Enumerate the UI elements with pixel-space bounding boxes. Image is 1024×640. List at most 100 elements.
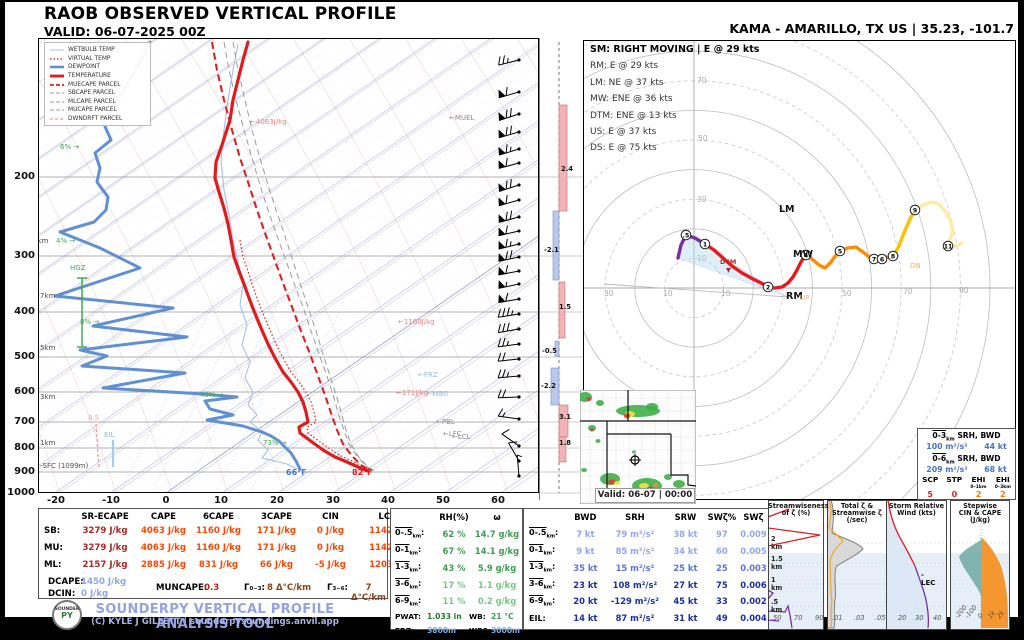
legend-item-label: DWNDRFT PARCEL (68, 116, 122, 122)
srh-param-header: STP (946, 477, 962, 490)
thermo-row: ML:2157 J/kg2885 J/kg831 J/kg66 J/kg-5 J… (39, 556, 387, 573)
temp-tick-label: 60 (483, 495, 513, 506)
skewt-annotation: ←171J/kg (396, 389, 428, 397)
footer-credit: (C) KYLE J GILLETT | sounderpysoundings.… (60, 617, 370, 627)
dcin-label: DCIN: (43, 589, 75, 599)
moist-row-label: 1-3km: (391, 562, 435, 574)
svg-text:6: 6 (880, 256, 884, 263)
svg-text:5: 5 (838, 248, 842, 255)
shear-cell: 0.005 (738, 546, 769, 556)
shear-row: 3-6km:23 kt108 m²/s²27 kt750.006 (524, 576, 769, 593)
logo-text-bottom: PY (54, 612, 80, 619)
radar-echo (596, 400, 604, 406)
omega-strip: 2.4-2.11.5-0.5-2.23.11.8 (539, 38, 583, 500)
thermo-cell: 2157 J/kg (73, 560, 137, 570)
srh-row-header: 0-6km SRH, BWD (918, 454, 1015, 465)
pressure-tick-label: 900 (7, 466, 35, 477)
panel-xtick: 70 (794, 614, 802, 622)
storm-motion-line: DS: E @ 75 kts (590, 140, 759, 156)
legend-item: MUCAPE PARCEL (49, 106, 148, 115)
shear-row-label: 6-9km: (524, 596, 566, 608)
temp-tick-label: 10 (206, 495, 236, 506)
srh-param-header: EHI0–1km (970, 477, 986, 490)
thermo-row-label: SB: (39, 526, 73, 536)
rh-value: 11 % (435, 596, 473, 606)
moisture-table: RH(%)ω0-.5km:62 %14.7 g/kg0-1km:67 %14.1… (390, 508, 523, 630)
shear-row: EIL:14 kt87 m²/s²31 kt490.004 (524, 610, 769, 627)
mini-panel-2 (886, 500, 947, 630)
skewt-annotation: 1km (40, 439, 56, 447)
rh-value: 43 % (435, 563, 473, 573)
mixing-ratio-value: 1.1 g/kg (473, 580, 521, 590)
legend-item-label: TEMPERATURE (68, 73, 111, 79)
gamma36-label: Γ₃₋₆: (322, 583, 348, 593)
srh-param-header: EHI0–3km (995, 477, 1011, 490)
hodo-label: LM (779, 204, 795, 215)
temp-tick-label: -10 (96, 495, 126, 506)
legend-line-sample (49, 81, 65, 89)
panel-title: of ζ (%) (768, 510, 824, 517)
skewt-annotation: ←FRZ (418, 371, 438, 379)
station-label: KAMA - AMARILLO, TX US | 35.23, -101.7 (729, 21, 1014, 36)
frz-row: FRZ:3800mWB0:3000m (391, 624, 522, 637)
radar-echo (624, 414, 630, 419)
frz-label: FRZ: (391, 626, 427, 635)
hodo-label: UP (800, 294, 809, 302)
srh-row-header: 0-3km SRH, BWD (918, 431, 1015, 442)
moist-row: 6-9km:11 %0.2 g/kg (391, 593, 522, 610)
shear-cell: 25 kt (665, 563, 706, 573)
temp-tick-label: 30 (318, 495, 348, 506)
svg-text:11: 11 (944, 243, 953, 250)
shear-row-label: 3-6km: (524, 579, 566, 591)
thermo-cell: 171 J/kg (247, 543, 306, 553)
panel-xtick: 90 (815, 614, 823, 622)
rh-value: 62 % (435, 529, 473, 539)
thermo-row: MU:3279 J/kg4063 J/kg1160 J/kg171 J/kg0 … (39, 539, 387, 556)
panel-xtick: 30 (915, 614, 923, 622)
radar-echo (614, 481, 620, 485)
legend-line-sample (49, 89, 65, 97)
shear-row-label: 0-1km: (524, 545, 566, 557)
skewt-annotation: ←LCL (452, 433, 471, 441)
pwat-row: PWAT:1.033 inWB:21 °C (391, 610, 522, 624)
thermo-cell: 1160 J/kg (190, 526, 247, 536)
shear-cell: 7 kt (566, 529, 605, 539)
panel-title: (/sec) (827, 517, 887, 524)
moist-row-label: 0-.5km: (391, 528, 435, 540)
shear-cell: 75 (706, 580, 738, 590)
rh-header: RH(%) (435, 512, 473, 522)
legend-item-label: MUECAPE PARCEL (68, 82, 121, 88)
shear-row: 1-3km:35 kt15 m²/s²25 kt250.003 (524, 559, 769, 576)
panel-xtick: 40 (933, 614, 941, 622)
thermo-cell: 3279 J/kg (73, 543, 137, 553)
storm-motion-line: SM: RIGHT MOVING | E @ 29 kts (590, 42, 759, 58)
thermo-col-header: 6CAPE (190, 509, 247, 522)
radar-echo (673, 480, 685, 488)
legend-item-label: MLCAPE PARCEL (68, 99, 116, 105)
ring-label: 10 (663, 289, 673, 298)
skewt-annotation: 73% → (263, 439, 287, 447)
dcape-value: 1450 J/kg (81, 577, 126, 587)
pressure-tick-label: 300 (7, 250, 35, 261)
skewt-annotation: 9km (38, 237, 49, 245)
shear-row-label: 1-3km: (524, 562, 566, 574)
hodo-label: DTM (720, 258, 736, 266)
skewt-annotation: 82°F (352, 468, 373, 477)
skewt-annotation: 5km (40, 344, 56, 352)
svg-text:2: 2 (766, 284, 770, 291)
pressure-tick-label: 400 (7, 306, 35, 317)
thermo-col-header: CAPE (137, 509, 190, 522)
shear-cell: 9 kt (566, 546, 605, 556)
moist-row: 1-3km:43 %5.9 g/kg (391, 559, 522, 576)
srh-param-headers: SCPSTPEHI0–1kmEHI0–3km (918, 477, 1015, 490)
radar-echo (581, 468, 587, 472)
radar-echo (632, 451, 636, 454)
shear-table: BWDSRHSRWSWζ%SWζ0-.5km:7 kt79 m²/s²38 kt… (523, 508, 770, 630)
skewt-annotation: 6% → (60, 143, 79, 151)
shear-cell: 87 m²/s² (605, 613, 665, 623)
omega-value: 3.1 (559, 413, 571, 421)
hodo-label: MW (793, 249, 813, 260)
shear-cell: 108 m²/s² (605, 580, 665, 590)
omega-value: 1.8 (559, 439, 571, 447)
pressure-tick-label: 700 (7, 416, 35, 427)
